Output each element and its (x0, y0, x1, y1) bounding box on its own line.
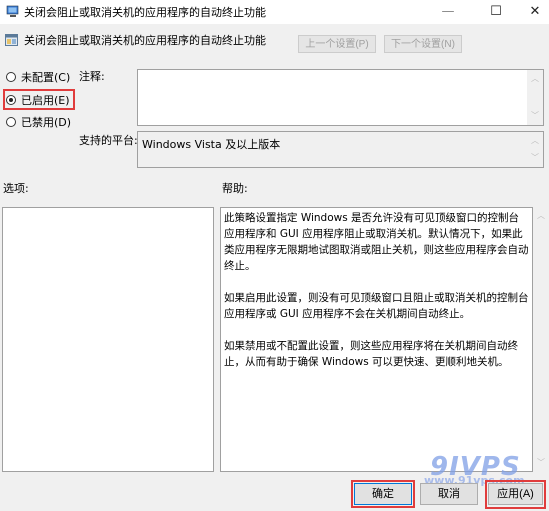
comment-scrollbar[interactable]: ︿ ﹀ (527, 70, 543, 125)
radio-disabled[interactable]: 已禁用(D) (6, 114, 71, 130)
platform-label: 支持的平台: (79, 134, 138, 147)
maximize-button[interactable]: ☐ (476, 0, 516, 24)
platform-value: Windows Vista 及以上版本 (142, 138, 281, 151)
options-label: 选项: (3, 182, 29, 195)
scroll-up-icon[interactable]: ︿ (527, 72, 543, 86)
help-paragraph: 如果启用此设置，则没有可见顶级窗口且阻止或取消关机的控制台应用程序或 GUI 应… (224, 292, 529, 320)
minimize-button[interactable]: — (428, 0, 468, 24)
platform-scrollbar[interactable]: ︿ ﹀ (527, 132, 543, 167)
setting-title: 关闭会阻止或取消关机的应用程序的自动终止功能 (24, 34, 266, 47)
help-paragraph: 如果禁用或不配置此设置，则这些应用程序将在关机期间自动终止，从而有助于确保 Wi… (224, 340, 518, 368)
help-paragraph: 此策略设置指定 Windows 是否允许没有可见顶级窗口的控制台应用程序和 GU… (224, 212, 529, 272)
radio-circle-checked[interactable] (6, 95, 16, 105)
cancel-button[interactable]: 取消 (420, 483, 478, 505)
policy-setting-icon (5, 34, 18, 46)
apply-button[interactable]: 应用(A) (488, 483, 543, 505)
help-label: 帮助: (222, 182, 248, 195)
radio-not-configured[interactable]: 未配置(C) (6, 69, 70, 85)
comment-input[interactable]: ︿ ﹀ (137, 69, 544, 126)
help-panel: 此策略设置指定 Windows 是否允许没有可见顶级窗口的控制台应用程序和 GU… (220, 207, 533, 472)
platform-field: Windows Vista 及以上版本 ︿ ﹀ (137, 131, 544, 168)
next-setting-button[interactable]: 下一个设置(N) (384, 35, 462, 53)
options-panel (2, 207, 214, 472)
radio-label: 已启用(E) (21, 94, 70, 107)
policy-computer-icon (6, 5, 19, 17)
scroll-down-icon[interactable]: ﹀ (527, 151, 543, 165)
radio-circle[interactable] (6, 117, 16, 127)
scroll-down-icon[interactable]: ﹀ (533, 456, 549, 470)
scroll-up-icon[interactable]: ︿ (527, 134, 543, 148)
close-button[interactable]: ✕ (515, 0, 549, 24)
radio-label: 未配置(C) (21, 71, 71, 84)
scroll-up-icon[interactable]: ︿ (533, 209, 549, 223)
comment-label: 注释: (79, 70, 105, 83)
radio-circle[interactable] (6, 72, 16, 82)
radio-enabled[interactable]: 已启用(E) (6, 92, 70, 108)
ok-button[interactable]: 确定 (354, 483, 412, 505)
help-scrollbar[interactable]: ︿ ﹀ (533, 207, 549, 472)
previous-setting-button[interactable]: 上一个设置(P) (298, 35, 376, 53)
window-title: 关闭会阻止或取消关机的应用程序的自动终止功能 (24, 6, 266, 19)
scroll-down-icon[interactable]: ﹀ (527, 109, 543, 123)
radio-label: 已禁用(D) (21, 116, 72, 129)
